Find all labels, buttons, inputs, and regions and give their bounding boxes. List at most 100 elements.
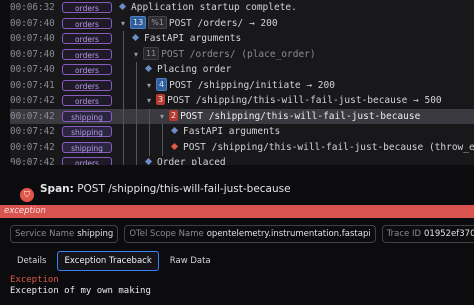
span-prefix: Span: bbox=[40, 183, 74, 195]
exception-bar: exception bbox=[0, 205, 474, 218]
tree-guide-line bbox=[123, 124, 124, 140]
log-message: Placing order bbox=[157, 64, 232, 75]
tree-guide-line bbox=[123, 62, 124, 78]
traceback-content: Exception Exception of my own making bbox=[10, 275, 474, 305]
service-tag: orders bbox=[62, 79, 112, 91]
log-entry: Placing order bbox=[144, 62, 232, 78]
log-message: POST /orders/ (place_order) bbox=[161, 48, 316, 60]
tree-guide-line bbox=[123, 139, 124, 156]
log-diamond-icon bbox=[131, 33, 140, 42]
attr-otel-scope-name[interactable]: OTel Scope Name opentelemetry.instrumenta… bbox=[124, 225, 376, 243]
tree-guide-line bbox=[123, 46, 124, 63]
attr-key: OTel Scope Name bbox=[129, 229, 204, 239]
error-diamond-icon bbox=[170, 142, 179, 150]
tree-guide-line bbox=[136, 108, 137, 125]
log-diamond-icon bbox=[144, 157, 153, 165]
tree-guide-line bbox=[123, 77, 124, 94]
service-tag: orders bbox=[62, 95, 112, 106]
log-timestamp: 00:07:42 bbox=[10, 95, 55, 106]
log-entry: ▾ 11 POST /orders/ (place_order) bbox=[133, 46, 316, 63]
error-shield-icon: ⛉ bbox=[20, 188, 34, 202]
service-tag: orders bbox=[62, 17, 112, 29]
log-row[interactable]: 00:07:41 orders ▾ 4 POST /shipping/initiate … bbox=[10, 77, 474, 94]
service-tag: orders bbox=[62, 33, 112, 44]
tree-guide-line bbox=[123, 93, 124, 109]
log-entry: Order placed bbox=[144, 155, 226, 165]
chevron-down-icon[interactable]: ▾ bbox=[146, 78, 152, 94]
log-row[interactable]: 00:07:42 shipping ▾ 2 POST /shipping/this-wi… bbox=[10, 108, 474, 125]
log-row[interactable]: 00:07:40 orders ▾ 13 %1 POST /orders/ → 200 bbox=[10, 15, 474, 32]
log-message: POST /shipping/this-will-fail-just-becau… bbox=[167, 95, 442, 106]
log-row[interactable]: 00:07:42 orders ▾ 3 POST /shipping/this-will… bbox=[10, 93, 474, 109]
log-panel: 00:06:32 orders Application startup comple… bbox=[10, 0, 474, 165]
tree-guide-line bbox=[162, 139, 163, 156]
span-count-badge: 3 bbox=[156, 94, 166, 105]
log-diamond-icon bbox=[118, 2, 127, 11]
log-timestamp: 00:07:40 bbox=[10, 64, 55, 75]
tree-guide-line bbox=[149, 139, 150, 156]
chevron-down-icon[interactable]: ▾ bbox=[146, 93, 152, 109]
span-details-panel: ⛉ Span: POST /shipping/this-will-fail-ju… bbox=[0, 172, 474, 305]
log-message: POST /shipping/this-will-fail-just-becau… bbox=[183, 141, 474, 153]
log-timestamp: 00:07:41 bbox=[10, 79, 55, 91]
attr-trace-id[interactable]: Trace ID01952ef3708c7b2bd0 bbox=[381, 225, 474, 243]
log-timestamp: 00:07:40 bbox=[10, 33, 55, 44]
attribute-row: Service Name shipping OTel Scope Name open… bbox=[10, 225, 474, 243]
exception-message: Exception of my own making bbox=[10, 286, 151, 296]
service-tag: orders bbox=[62, 2, 112, 13]
tree-guide-line bbox=[149, 124, 150, 140]
span-count-badge: 2 bbox=[169, 109, 179, 121]
span-count-badge: 13 bbox=[130, 15, 147, 29]
span-count-badge: 11 bbox=[143, 46, 160, 60]
log-timestamp: 00:07:40 bbox=[10, 48, 55, 60]
log-row[interactable]: 00:07:42 orders Order placed bbox=[10, 155, 474, 165]
attr-value: shipping bbox=[77, 229, 114, 239]
log-diamond-icon bbox=[144, 64, 153, 73]
chevron-down-icon[interactable]: ▾ bbox=[133, 47, 139, 63]
span-count-badge: 4 bbox=[156, 77, 168, 91]
tree-guide-line bbox=[149, 108, 150, 125]
attr-value: opentelemetry.instrumentation.fastapi bbox=[206, 229, 371, 239]
tab-details[interactable]: Details bbox=[10, 251, 53, 271]
log-row[interactable]: 00:07:42 shipping POST /shipping/this-will… bbox=[10, 139, 474, 156]
log-entry: FastAPI arguments bbox=[131, 31, 242, 47]
log-message: Order placed bbox=[157, 157, 226, 165]
span-name: POST /shipping/this-will-fail-just-becau… bbox=[77, 183, 291, 195]
attr-value: 01952ef3708c7b2bd0 bbox=[424, 229, 474, 239]
tree-guide-line bbox=[136, 124, 137, 140]
attr-service-name[interactable]: Service Name shipping bbox=[10, 225, 119, 243]
tab-raw-data[interactable]: Raw Data bbox=[163, 251, 218, 271]
tree-guide-line bbox=[123, 108, 124, 125]
service-tag: orders bbox=[62, 157, 112, 165]
log-row[interactable]: 00:07:40 orders ▾ 11 POST /orders/ (place_or… bbox=[10, 46, 474, 63]
log-timestamp: 00:06:32 bbox=[10, 2, 55, 13]
log-message: FastAPI arguments bbox=[144, 33, 242, 44]
tree-guide-line bbox=[136, 62, 137, 78]
log-row[interactable]: 00:07:40 orders Placing order bbox=[10, 62, 474, 78]
log-timestamp: 00:07:42 bbox=[10, 110, 55, 122]
log-timestamp: 00:07:42 bbox=[10, 141, 55, 153]
log-row[interactable]: 00:07:42 shipping FastAPI arguments bbox=[10, 124, 474, 140]
tree-guide-line bbox=[136, 155, 137, 165]
log-message: POST /orders/ → 200 bbox=[168, 17, 278, 29]
log-entry: Application startup complete. bbox=[118, 0, 297, 16]
log-message: FastAPI arguments bbox=[183, 126, 281, 137]
service-tag: shipping bbox=[62, 110, 112, 122]
exception-type: Exception bbox=[10, 275, 59, 285]
log-message: POST /shipping/initiate → 200 bbox=[169, 79, 335, 91]
tree-guide-line bbox=[136, 93, 137, 109]
tab-exception-traceback[interactable]: Exception Traceback bbox=[57, 251, 159, 271]
log-timestamp: 00:07:40 bbox=[10, 17, 55, 29]
log-timestamp: 00:07:42 bbox=[10, 157, 55, 165]
chevron-down-icon[interactable]: ▾ bbox=[159, 109, 165, 125]
tree-guide-line bbox=[123, 155, 124, 165]
tree-guide-line bbox=[162, 124, 163, 140]
service-tag: orders bbox=[62, 48, 112, 60]
log-row[interactable]: 00:07:40 orders FastAPI arguments bbox=[10, 31, 474, 47]
log-entry: POST /shipping/this-will-fail-just-becau… bbox=[170, 140, 474, 156]
log-row[interactable]: 00:06:32 orders Application startup comple… bbox=[10, 0, 474, 16]
detail-tabs: Details Exception Traceback Raw Data bbox=[10, 251, 218, 271]
chevron-down-icon[interactable]: ▾ bbox=[120, 16, 126, 32]
service-tag: orders bbox=[62, 64, 112, 75]
attr-key: Trace ID bbox=[386, 229, 422, 239]
